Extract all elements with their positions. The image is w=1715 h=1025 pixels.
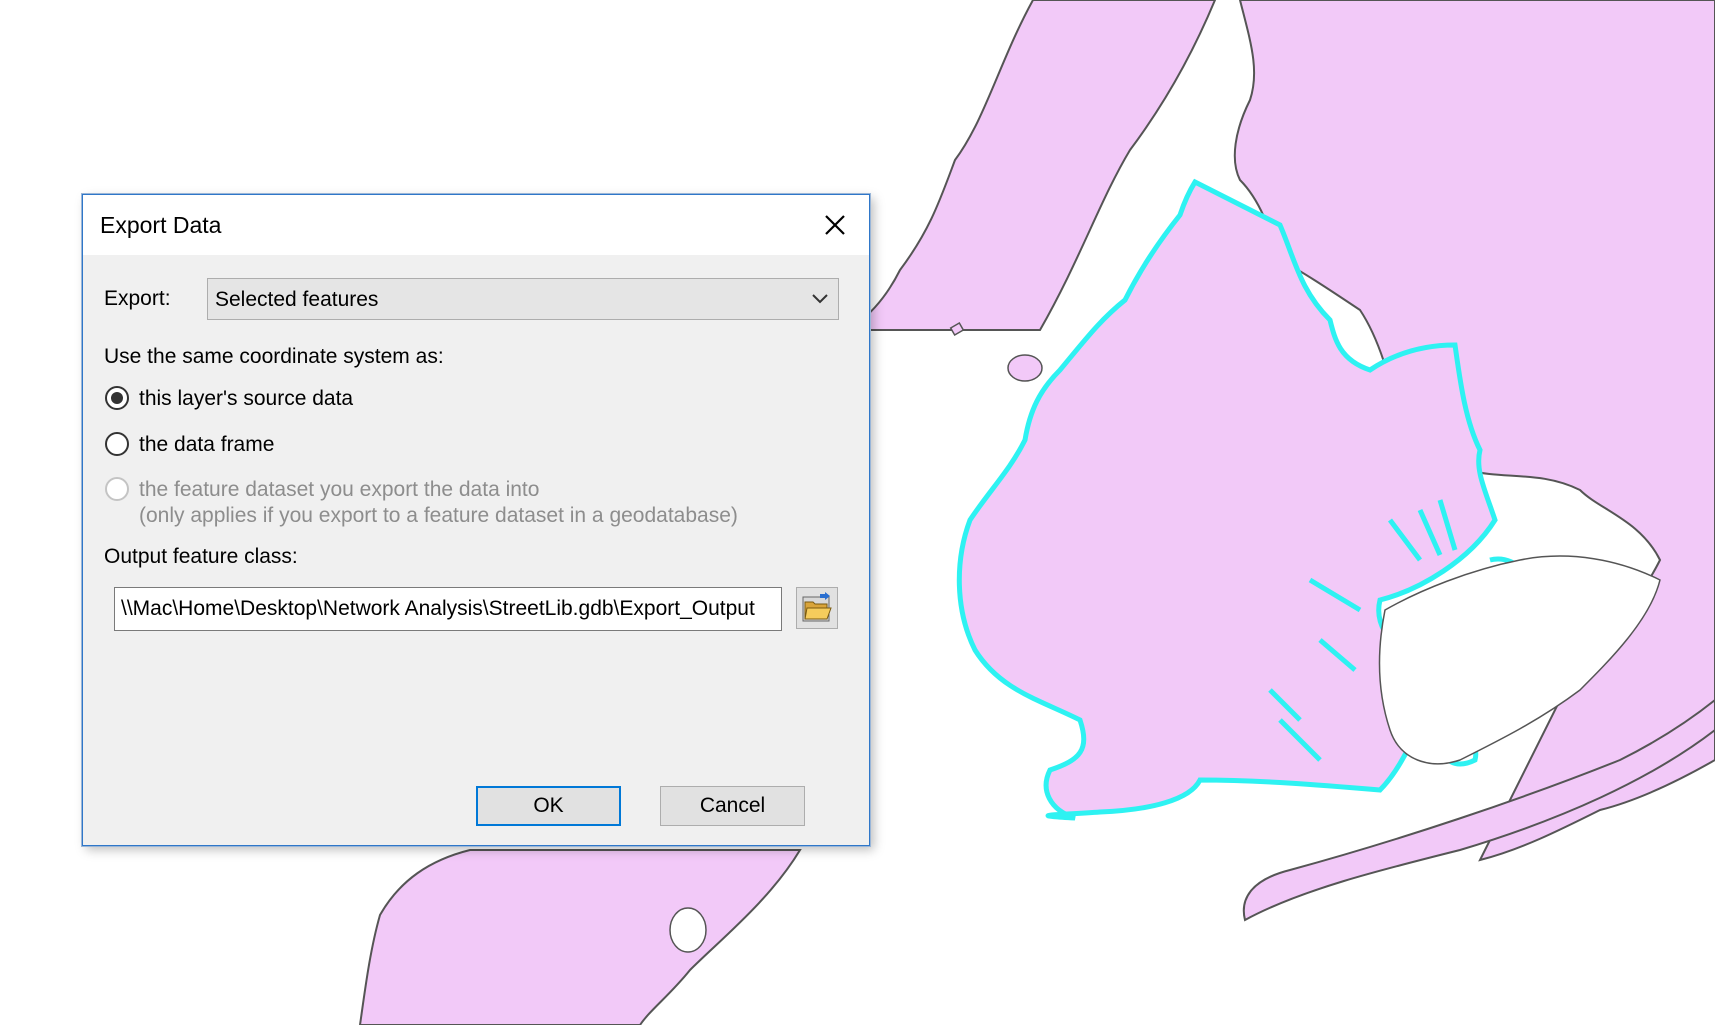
ok-button[interactable]: OK [476,786,621,826]
export-label: Export: [104,287,171,310]
island-staten-pond [669,907,707,953]
folder-open-icon [802,592,832,622]
radio-sublabel-feature-dataset: (only applies if you export to a feature… [139,504,738,527]
coordinate-system-heading: Use the same coordinate system as: [104,345,444,368]
cancel-button[interactable]: Cancel [660,786,805,826]
land-polygon-staten-island [358,849,802,1025]
export-data-dialog: Export Data Export: Selected features Us… [82,194,870,846]
output-feature-class-input[interactable] [114,587,782,631]
radio-label-feature-dataset: the feature dataset you export the data … [139,478,540,501]
island-small [1007,354,1043,382]
radio-layer-source-data[interactable] [105,386,129,410]
radio-label-data-frame[interactable]: the data frame [139,433,274,457]
chevron-down-icon [812,294,828,304]
radio-feature-dataset [105,477,129,501]
dialog-titlebar[interactable]: Export Data [83,195,869,255]
radio-label-layer-source-data[interactable]: this layer's source data [139,387,353,411]
export-dropdown-value: Selected features [215,288,379,311]
close-button[interactable] [817,207,853,243]
browse-button[interactable] [796,587,838,629]
close-icon [825,215,845,235]
output-feature-class-label: Output feature class: [104,545,298,568]
radio-data-frame[interactable] [105,432,129,456]
dialog-title: Export Data [100,212,222,238]
export-dropdown[interactable]: Selected features [207,278,839,320]
